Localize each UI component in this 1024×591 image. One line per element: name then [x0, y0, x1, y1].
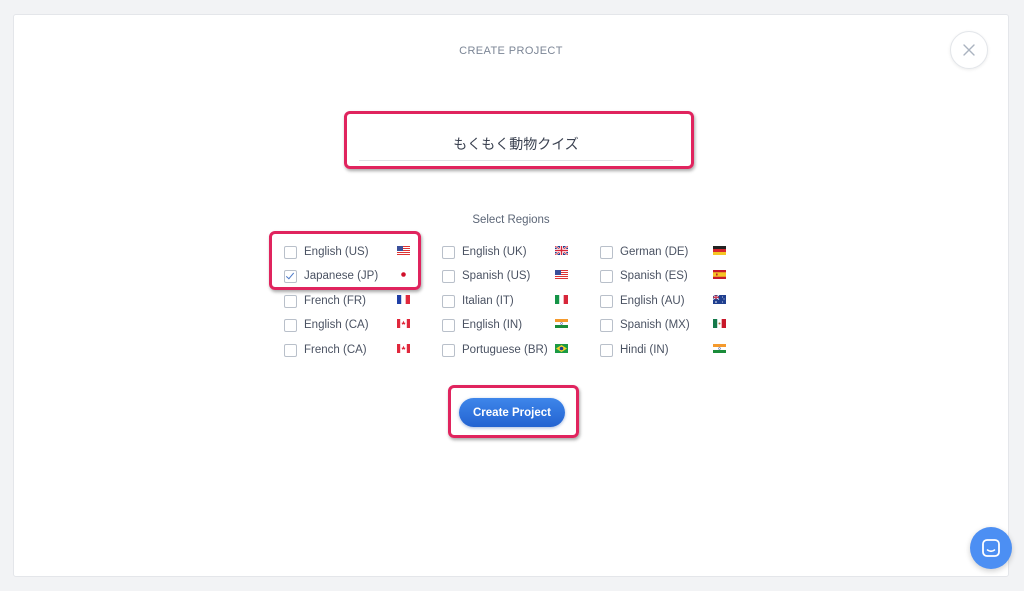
br-flag-icon — [555, 344, 568, 353]
region-label: English (IN) — [462, 319, 523, 331]
it-flag-icon — [555, 295, 568, 304]
regions-highlight — [269, 231, 421, 290]
region-english-uk[interactable]: English (UK) — [442, 242, 582, 262]
region-english-ca[interactable]: English (CA) — [284, 315, 424, 335]
region-checkbox[interactable] — [442, 318, 455, 332]
region-portuguese-br[interactable]: Portuguese (BR) — [442, 340, 582, 360]
region-english-in[interactable]: English (IN) — [442, 315, 582, 335]
us-flag-icon — [555, 270, 568, 279]
region-checkbox[interactable] — [600, 294, 613, 308]
select-regions-label: Select Regions — [472, 214, 550, 226]
uk-flag-icon — [555, 246, 568, 255]
au-flag-icon — [713, 295, 726, 304]
de-flag-icon — [713, 246, 726, 255]
region-french-fr[interactable]: French (FR) — [284, 291, 424, 311]
region-spanish-es[interactable]: Spanish (ES) — [600, 266, 740, 286]
region-checkbox[interactable] — [600, 318, 613, 332]
ca-flag-icon — [397, 319, 410, 328]
region-checkbox[interactable] — [442, 269, 455, 283]
region-french-ca[interactable]: French (CA) — [284, 340, 424, 360]
modal-title: CREATE PROJECT — [459, 45, 563, 57]
close-button[interactable] — [950, 31, 988, 69]
region-checkbox[interactable] — [600, 269, 613, 283]
region-spanish-mx[interactable]: Spanish (MX) — [600, 315, 740, 335]
region-label: English (UK) — [462, 246, 527, 258]
es-flag-icon — [713, 270, 726, 279]
region-checkbox[interactable] — [284, 294, 297, 308]
region-english-au[interactable]: English (AU) — [600, 291, 740, 311]
create-project-modal: CREATE PROJECT Select Regions English (U… — [13, 14, 1009, 577]
region-label: Spanish (ES) — [620, 270, 688, 282]
region-spanish-us[interactable]: Spanish (US) — [442, 266, 582, 286]
region-checkbox[interactable] — [442, 245, 455, 259]
create-project-button[interactable]: Create Project — [459, 398, 565, 427]
chat-button[interactable] — [970, 527, 1012, 569]
region-label: French (FR) — [304, 295, 366, 307]
chat-icon — [982, 539, 1000, 557]
region-german-de[interactable]: German (DE) — [600, 242, 740, 262]
ca-flag-icon — [397, 344, 410, 353]
region-label: English (AU) — [620, 295, 685, 307]
in-flag-icon — [713, 344, 726, 353]
in-flag-icon — [555, 319, 568, 328]
region-checkbox[interactable] — [600, 245, 613, 259]
region-label: English (CA) — [304, 319, 369, 331]
region-label: German (DE) — [620, 246, 689, 258]
region-checkbox[interactable] — [442, 294, 455, 308]
region-checkbox[interactable] — [284, 343, 297, 357]
project-name-highlight — [344, 111, 694, 169]
region-label: Italian (IT) — [462, 295, 514, 307]
region-checkbox[interactable] — [600, 343, 613, 357]
close-icon — [963, 44, 975, 56]
region-label: Portuguese (BR) — [462, 344, 548, 356]
region-label: Hindi (IN) — [620, 344, 669, 356]
region-italian-it[interactable]: Italian (IT) — [442, 291, 582, 311]
region-label: Spanish (MX) — [620, 319, 690, 331]
fr-flag-icon — [397, 295, 410, 304]
region-hindi-in[interactable]: Hindi (IN) — [600, 340, 740, 360]
region-label: Spanish (US) — [462, 270, 531, 282]
region-checkbox[interactable] — [284, 318, 297, 332]
project-name-input[interactable] — [359, 128, 673, 161]
region-checkbox[interactable] — [442, 343, 455, 357]
mx-flag-icon — [713, 319, 726, 328]
region-label: French (CA) — [304, 344, 367, 356]
